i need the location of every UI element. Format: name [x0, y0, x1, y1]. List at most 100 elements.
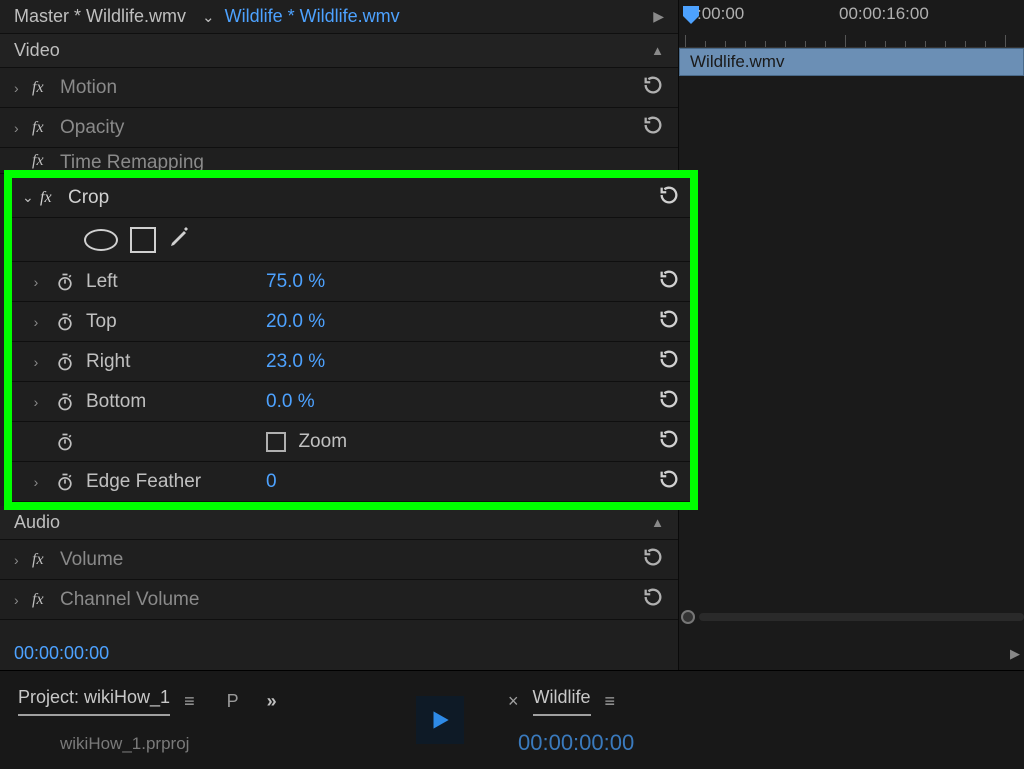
expand-icon[interactable]: ›	[22, 314, 50, 330]
fx-icon: fx	[32, 152, 60, 170]
ruler-time-0: :00:00	[697, 4, 744, 24]
project-panel-title[interactable]: Project: wikiHow_1	[18, 687, 170, 716]
fx-icon: fx	[32, 119, 60, 137]
fx-icon: fx	[40, 189, 68, 207]
play-button[interactable]	[416, 696, 464, 744]
reset-icon[interactable]	[658, 268, 680, 295]
stopwatch-icon[interactable]	[50, 472, 80, 492]
fx-icon: fx	[32, 591, 60, 609]
stopwatch-icon[interactable]	[50, 432, 80, 452]
scrub-track[interactable]	[699, 613, 1024, 621]
video-section-label: Video	[14, 40, 60, 61]
expand-icon[interactable]: ›	[14, 552, 32, 568]
master-clip-label[interactable]: Master * Wildlife.wmv	[14, 6, 186, 27]
param-right: › Right 23.0 %	[12, 342, 690, 382]
expand-open-icon[interactable]: ⌄	[22, 189, 40, 206]
expand-icon[interactable]: ›	[14, 80, 32, 96]
scrub-handle-icon[interactable]	[681, 610, 695, 624]
overflow-icon[interactable]: »	[267, 691, 277, 712]
fx-icon: fx	[32, 551, 60, 569]
clip-label: Wildlife.wmv	[690, 52, 784, 72]
pen-mask-icon[interactable]	[168, 225, 192, 254]
effect-volume[interactable]: › fx Volume	[0, 540, 678, 580]
effect-label: Motion	[60, 77, 117, 99]
effect-label: Volume	[60, 549, 123, 571]
param-label: Bottom	[86, 391, 266, 413]
param-value[interactable]: 75.0 %	[266, 271, 325, 293]
expand-icon[interactable]: ›	[14, 120, 32, 136]
param-value[interactable]: 20.0 %	[266, 311, 325, 333]
effect-crop[interactable]: ⌄ fx Crop	[12, 178, 690, 218]
audio-section-header[interactable]: Audio ▲	[0, 506, 678, 540]
effect-channel-volume[interactable]: › fx Channel Volume	[0, 580, 678, 620]
sequence-timecode[interactable]: 00:00:00:00	[518, 730, 1006, 756]
ellipse-mask-icon[interactable]	[84, 229, 118, 251]
param-label: Left	[86, 271, 266, 293]
collapse-caret-icon[interactable]: ▲	[651, 515, 664, 530]
fx-icon: fx	[32, 79, 60, 97]
zoom-checkbox-wrap: Zoom	[266, 431, 347, 453]
clip-header: Master * Wildlife.wmv ⌄ Wildlife * Wildl…	[0, 0, 678, 34]
effect-motion[interactable]: › fx Motion	[0, 68, 678, 108]
bottom-panels: Project: wikiHow_1 ≡ P » wikiHow_1.prpro…	[0, 670, 1024, 769]
param-value[interactable]: 23.0 %	[266, 351, 325, 373]
current-timecode[interactable]: 00:00:00:00	[0, 637, 123, 670]
param-bottom: › Bottom 0.0 %	[12, 382, 690, 422]
stopwatch-icon[interactable]	[50, 352, 80, 372]
zoom-checkbox[interactable]	[266, 432, 286, 452]
rect-mask-icon[interactable]	[130, 227, 156, 253]
time-ruler[interactable]: :00:00 00:00:16:00	[679, 0, 1024, 48]
reset-icon[interactable]	[658, 428, 680, 455]
sequence-title[interactable]: Wildlife	[533, 687, 591, 716]
param-value[interactable]: 0.0 %	[266, 391, 315, 413]
reset-icon[interactable]	[658, 468, 680, 495]
stopwatch-icon[interactable]	[50, 392, 80, 412]
crop-highlight: ⌄ fx Crop ›	[4, 170, 698, 510]
sequence-panel: × Wildlife ≡ 00:00:00:00	[490, 671, 1024, 769]
p-marker[interactable]: P	[227, 691, 239, 712]
timeline-clip[interactable]: Wildlife.wmv	[679, 48, 1024, 76]
reset-icon[interactable]	[642, 74, 664, 101]
reset-icon[interactable]	[642, 586, 664, 613]
play-arrow-icon[interactable]: ▶	[653, 8, 664, 25]
reset-icon[interactable]	[658, 184, 680, 211]
reset-icon[interactable]	[658, 308, 680, 335]
zoom-label: Zoom	[298, 431, 347, 452]
collapse-caret-icon[interactable]: ▲	[651, 43, 664, 58]
audio-section-label: Audio	[14, 512, 60, 533]
param-edge-feather: › Edge Feather 0	[12, 462, 690, 502]
expand-icon[interactable]: ›	[22, 394, 50, 410]
expand-icon[interactable]: ›	[14, 592, 32, 608]
project-filename: wikiHow_1.prproj	[60, 734, 372, 754]
video-section-header[interactable]: Video ▲	[0, 34, 678, 68]
expand-icon[interactable]: ›	[22, 354, 50, 370]
param-left: › Left 75.0 %	[12, 262, 690, 302]
param-top: › Top 20.0 %	[12, 302, 690, 342]
param-value[interactable]: 0	[266, 471, 277, 493]
mask-tools	[12, 218, 690, 262]
effect-controls-panel: Master * Wildlife.wmv ⌄ Wildlife * Wildl…	[0, 0, 678, 670]
reset-icon[interactable]	[658, 348, 680, 375]
reset-icon[interactable]	[642, 546, 664, 573]
ruler-ticks	[679, 33, 1024, 47]
reset-icon[interactable]	[658, 388, 680, 415]
play-container	[390, 671, 490, 769]
scroll-right-icon[interactable]: ▶	[1010, 646, 1020, 662]
expand-icon[interactable]: ›	[22, 274, 50, 290]
stopwatch-icon[interactable]	[50, 312, 80, 332]
stopwatch-icon[interactable]	[50, 272, 80, 292]
effect-label: Opacity	[60, 117, 124, 139]
panel-menu-icon[interactable]: ≡	[184, 691, 195, 712]
param-label: Edge Feather	[86, 471, 266, 493]
effect-label: Channel Volume	[60, 589, 199, 611]
panel-menu-icon[interactable]: ≡	[605, 691, 616, 712]
param-label: Right	[86, 351, 266, 373]
chevron-down-icon[interactable]: ⌄	[202, 8, 215, 26]
expand-icon[interactable]: ›	[22, 474, 50, 490]
active-clip-label[interactable]: Wildlife * Wildlife.wmv	[225, 6, 400, 27]
reset-icon[interactable]	[642, 114, 664, 141]
close-icon[interactable]: ×	[508, 691, 519, 712]
scrub-bar[interactable]	[679, 608, 1024, 626]
effect-opacity[interactable]: › fx Opacity	[0, 108, 678, 148]
clip-track: Wildlife.wmv	[679, 48, 1024, 78]
